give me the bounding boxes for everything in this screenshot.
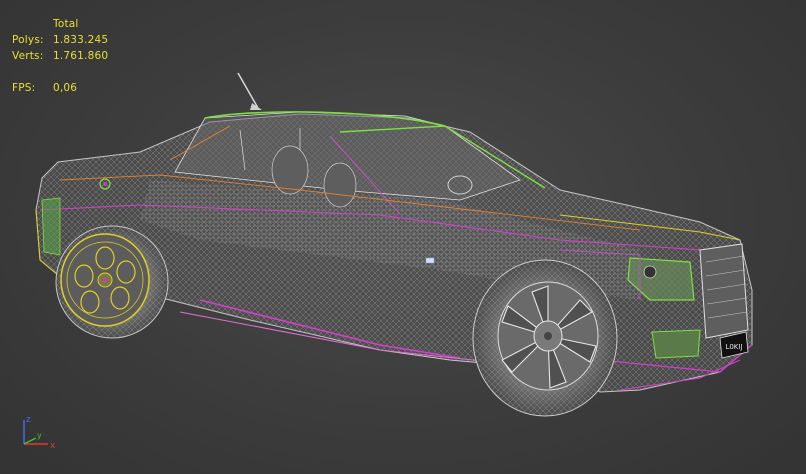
verts-value: 1.761.860 [53,50,109,62]
svg-text:L0KIJ: L0KIJ [725,343,742,351]
antenna [237,72,259,109]
fps-label: FPS: [12,82,36,94]
stats-header: Total [53,18,79,30]
3d-viewport[interactable]: L0KIJ Total Polys: 1.833.245 Verts: 1.76… [0,0,806,474]
polys-label: Polys: [12,34,44,46]
axis-gizmo-icon: z x y [23,415,56,451]
x-axis-label: x [50,441,56,451]
car-wireframe-render: L0KIJ [35,72,753,417]
front-wheel [472,259,618,417]
y-axis [23,437,37,445]
y-axis-label: y [37,431,42,440]
verts-label: Verts: [12,50,44,62]
rear-wheel [55,225,169,339]
grille [699,243,749,339]
z-axis-label: z [26,415,31,425]
fps-value: 0,06 [53,82,78,94]
polys-value: 1.833.245 [53,34,109,46]
